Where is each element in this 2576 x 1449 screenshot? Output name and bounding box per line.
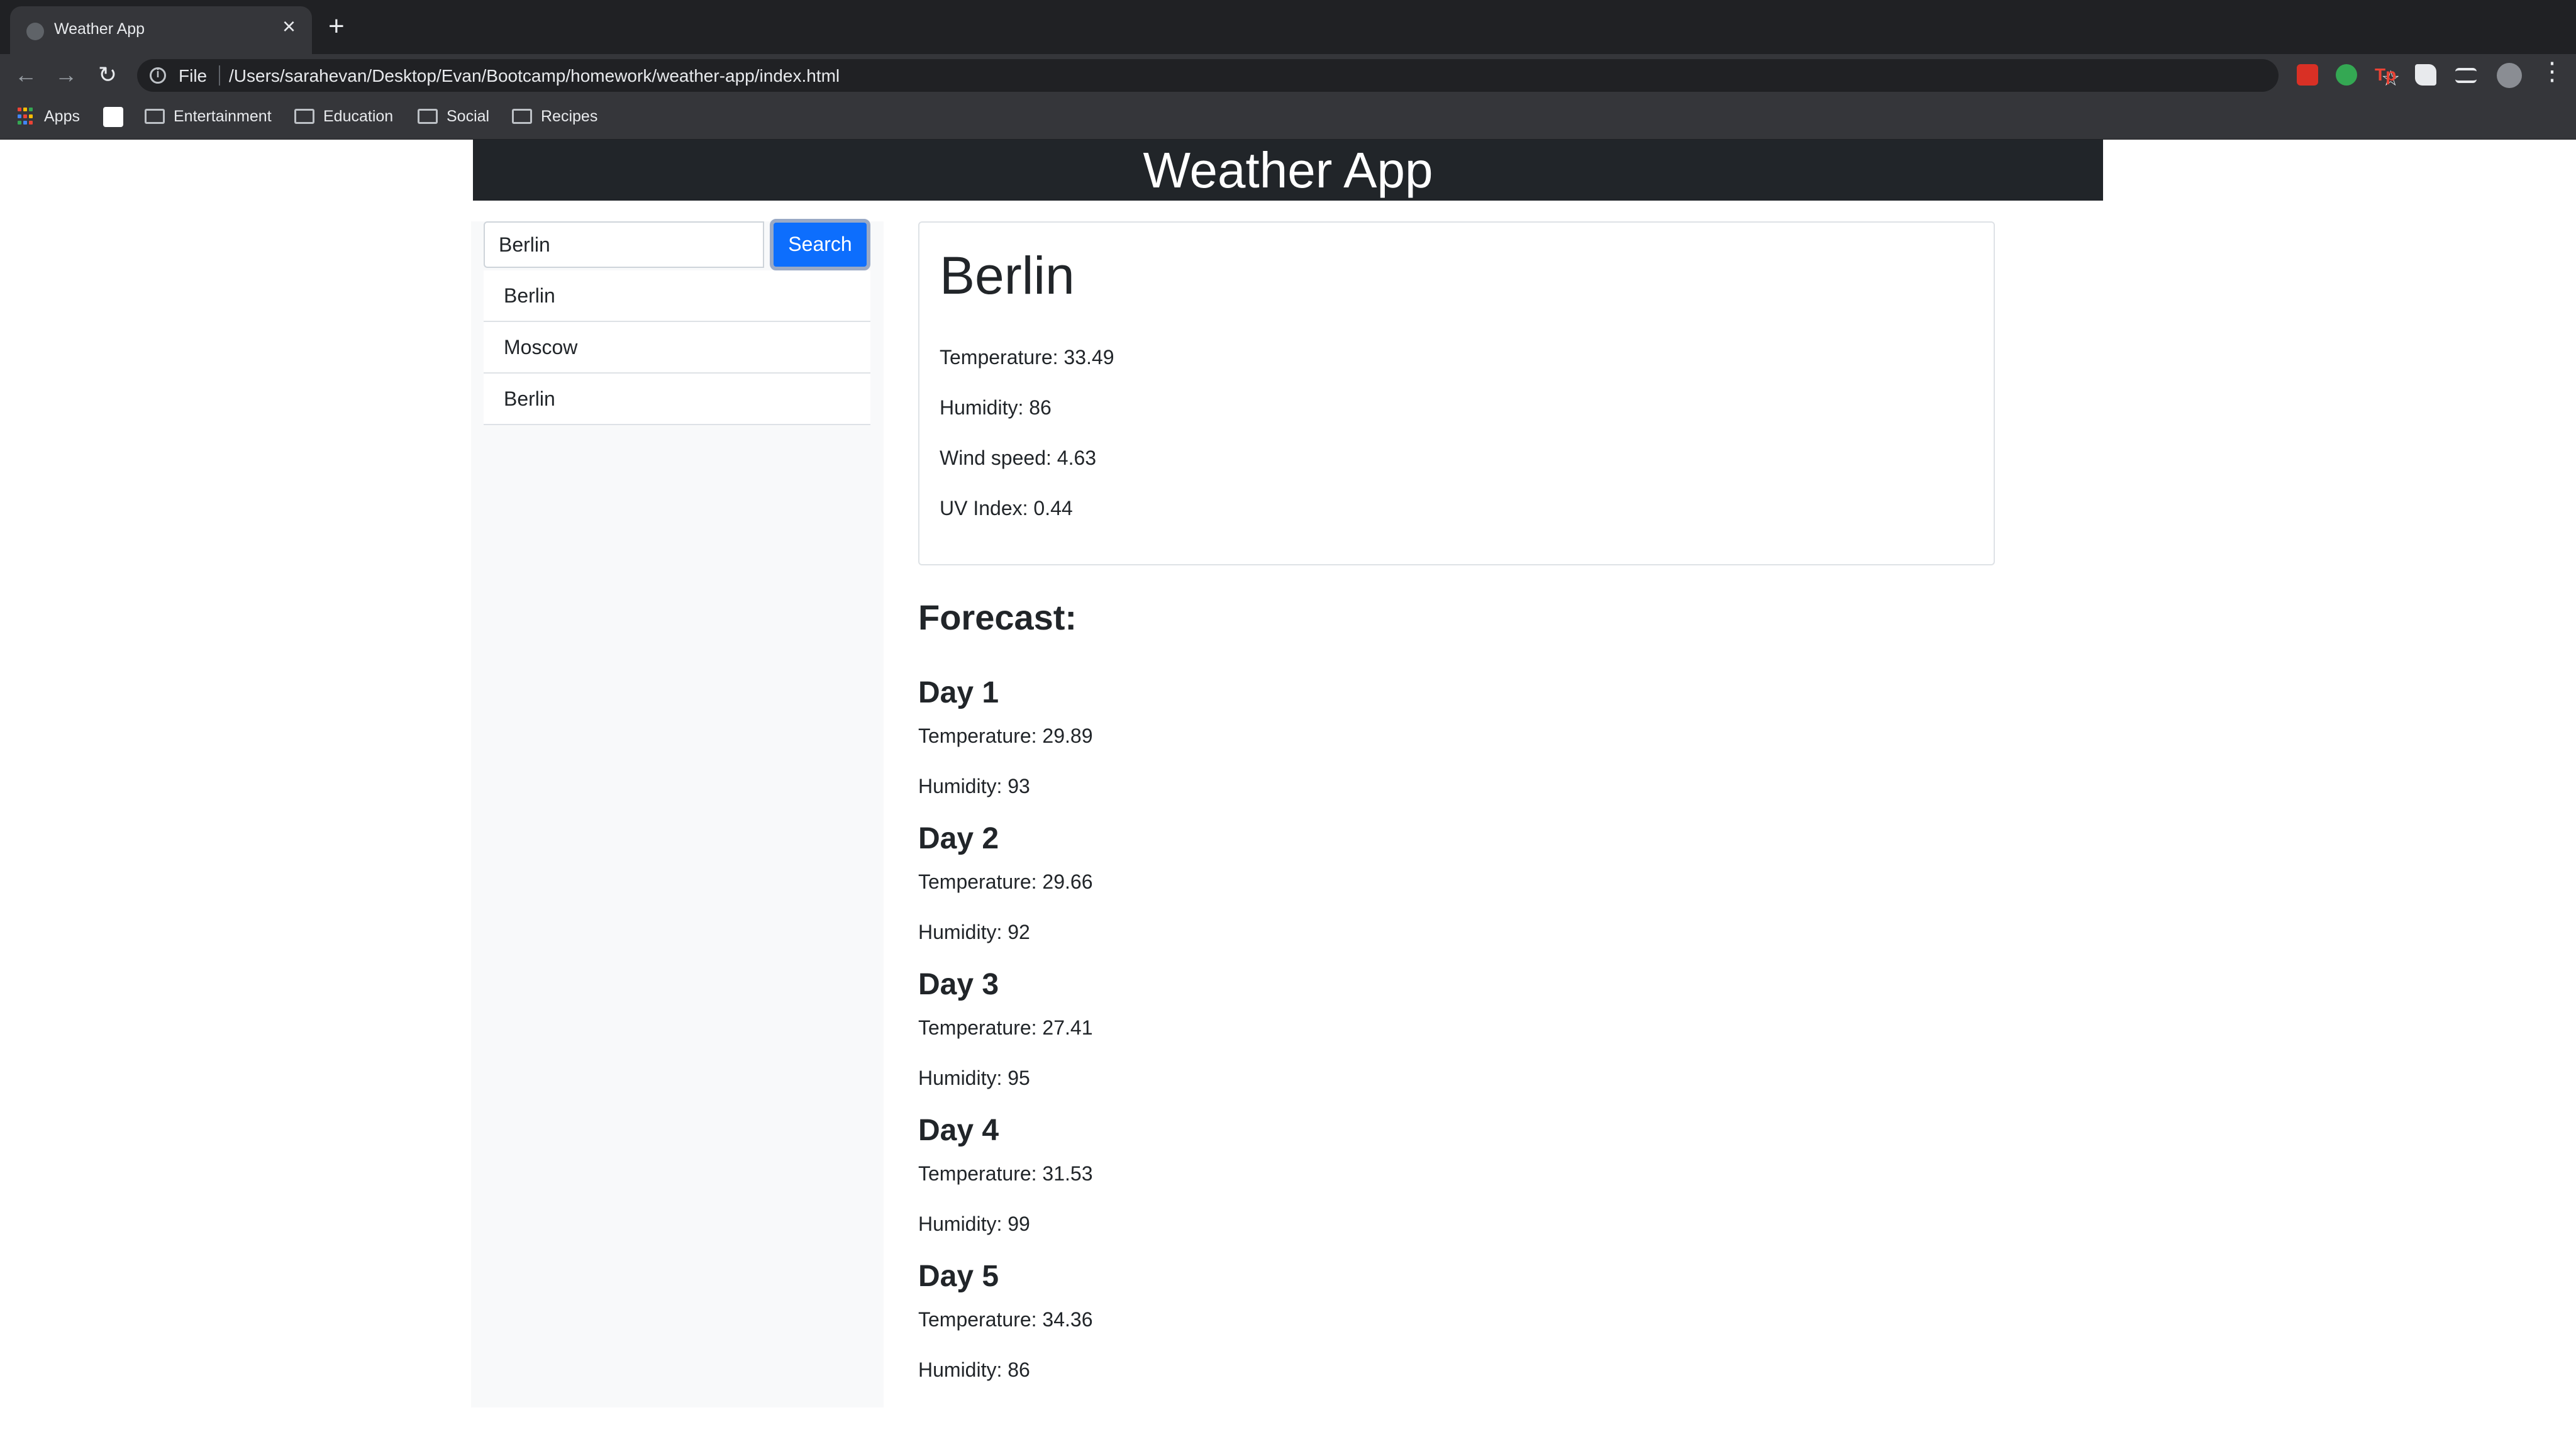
bookmark-apps[interactable]: Apps bbox=[18, 107, 80, 128]
current-temperature: Temperature: 33.49 bbox=[940, 346, 1114, 369]
search-history-list: Berlin Moscow Berlin bbox=[484, 270, 870, 425]
bookmark-folder-entertainment[interactable]: Entertainment bbox=[145, 107, 272, 128]
bookmark-folder-education[interactable]: Education bbox=[294, 107, 393, 128]
folder-icon bbox=[418, 109, 438, 125]
forecast-day-title: Day 2 bbox=[918, 822, 999, 855]
folder-icon bbox=[512, 109, 532, 125]
extensions-puzzle-icon[interactable] bbox=[2415, 64, 2436, 86]
globe-icon bbox=[26, 23, 44, 40]
search-button[interactable]: Search bbox=[770, 219, 870, 270]
bookmark-folder-label: Entertainment bbox=[174, 107, 272, 125]
current-weather-card: Berlin Temperature: 33.49 Humidity: 86 W… bbox=[918, 221, 1995, 565]
city-name: Berlin bbox=[940, 246, 1075, 305]
extension-pdf-icon[interactable] bbox=[2297, 64, 2318, 86]
close-icon[interactable]: × bbox=[282, 15, 296, 38]
forecast-heading: Forecast: bbox=[918, 597, 1077, 637]
forecast-humidity: Humidity: 92 bbox=[918, 921, 1030, 943]
address-bar[interactable]: File /Users/sarahevan/Desktop/Evan/Bootc… bbox=[137, 59, 2400, 92]
profile-avatar[interactable] bbox=[2497, 63, 2522, 88]
current-humidity: Humidity: 86 bbox=[940, 396, 1052, 419]
new-tab-icon[interactable]: + bbox=[328, 13, 345, 40]
extension-tp-icon[interactable]: Tp bbox=[2375, 64, 2396, 86]
bookmark-folder-label: Social bbox=[447, 107, 490, 125]
back-icon[interactable]: ← bbox=[9, 58, 43, 92]
url-text[interactable]: /Users/sarahevan/Desktop/Evan/Bootcamp/h… bbox=[229, 66, 840, 86]
current-wind-speed: Wind speed: 4.63 bbox=[940, 447, 1097, 469]
apps-grid-icon bbox=[18, 108, 35, 125]
sidebar: Search Berlin Moscow Berlin bbox=[471, 219, 884, 1407]
forecast-temperature: Temperature: 34.36 bbox=[918, 1308, 1093, 1331]
forecast-day-title: Day 5 bbox=[918, 1260, 999, 1293]
forward-icon[interactable]: → bbox=[49, 58, 83, 92]
history-item[interactable]: Berlin bbox=[484, 374, 870, 425]
forecast-day-title: Day 1 bbox=[918, 676, 999, 709]
reading-list-icon[interactable] bbox=[2455, 68, 2477, 83]
folder-icon bbox=[294, 109, 314, 125]
forecast-humidity: Humidity: 86 bbox=[918, 1358, 1030, 1381]
bookmark-folder-recipes[interactable]: Recipes bbox=[512, 107, 597, 128]
url-scheme: File bbox=[179, 66, 208, 86]
forecast-temperature: Temperature: 29.66 bbox=[918, 870, 1093, 893]
forecast-humidity: Humidity: 95 bbox=[918, 1067, 1030, 1089]
tab-title: Weather App bbox=[54, 20, 145, 38]
browser-tab-strip: Weather App × + bbox=[0, 0, 2576, 54]
folder-icon bbox=[145, 109, 165, 125]
history-item[interactable]: Berlin bbox=[484, 270, 870, 322]
bookmark-folder-label: Education bbox=[323, 107, 394, 125]
bookmark-folder-social[interactable]: Social bbox=[418, 107, 489, 128]
city-search-input[interactable] bbox=[484, 221, 764, 268]
browser-menu-icon[interactable]: ⋮ bbox=[2540, 59, 2565, 84]
info-icon[interactable] bbox=[150, 67, 166, 84]
bookmark-site[interactable] bbox=[103, 107, 132, 128]
url-separator bbox=[219, 65, 220, 86]
bookmark-apps-label: Apps bbox=[44, 107, 80, 125]
browser-tab[interactable]: Weather App × bbox=[10, 6, 312, 54]
app-header: Weather App bbox=[473, 140, 2103, 201]
forecast-day-title: Day 4 bbox=[918, 1114, 999, 1147]
history-item[interactable]: Moscow bbox=[484, 322, 870, 374]
page-viewport: Weather App Search Berlin Moscow Berlin … bbox=[0, 140, 2576, 1449]
forecast-temperature: Temperature: 31.53 bbox=[918, 1162, 1093, 1185]
forecast-humidity: Humidity: 99 bbox=[918, 1213, 1030, 1235]
bookmark-folder-label: Recipes bbox=[541, 107, 598, 125]
forecast-humidity: Humidity: 93 bbox=[918, 775, 1030, 797]
site-favicon-icon bbox=[103, 107, 123, 127]
current-uv-index: UV Index: 0.44 bbox=[940, 497, 1073, 519]
forecast-day-title: Day 3 bbox=[918, 968, 999, 1001]
forecast-temperature: Temperature: 29.89 bbox=[918, 724, 1093, 747]
browser-toolbar: ← → ↻ File /Users/sarahevan/Desktop/Evan… bbox=[0, 54, 2576, 96]
reload-icon[interactable]: ↻ bbox=[91, 58, 125, 92]
forecast-temperature: Temperature: 27.41 bbox=[918, 1016, 1093, 1039]
extension-grammar-icon[interactable] bbox=[2336, 64, 2357, 86]
bookmarks-bar: Apps Entertainment Education Social Reci… bbox=[0, 96, 2576, 140]
